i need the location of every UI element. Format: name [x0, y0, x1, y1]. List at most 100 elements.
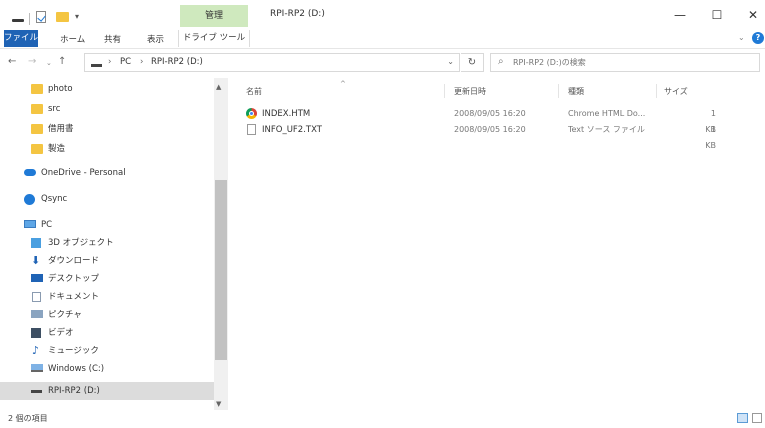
tab-home[interactable]: ホーム	[60, 33, 85, 47]
ribbon-tabs: ファイル ホーム 共有 表示 ドライブ ツール ⌄ ?	[0, 30, 765, 49]
sidebar-item-loan[interactable]: 借用書	[0, 120, 214, 138]
folder-icon	[31, 104, 43, 114]
file-size: 1 KB	[705, 125, 716, 150]
search-box[interactable]: ⌕	[490, 53, 760, 72]
address-bar[interactable]: › PC › RPI-RP2 (D:) ⌄	[84, 53, 460, 72]
sidebar-item-pc[interactable]: PC	[0, 216, 214, 234]
breadcrumb-drive[interactable]: RPI-RP2 (D:)	[151, 57, 203, 67]
scroll-up-icon[interactable]: ▲	[216, 83, 221, 91]
sidebar-item-qsync[interactable]: Qsync	[0, 190, 214, 208]
up-arrow-icon[interactable]: ↑	[58, 56, 66, 67]
drive-icon[interactable]	[12, 19, 24, 22]
file-row[interactable]: INDEX.HTM 2008/09/05 16:20 Chrome HTML D…	[238, 106, 738, 134]
music-note-icon: ♪	[32, 344, 40, 357]
onedrive-cloud-icon	[24, 169, 36, 176]
expand-ribbon-icon[interactable]: ⌄	[738, 33, 745, 42]
sidebar-item-label: Qsync	[41, 194, 68, 204]
navigation-bar: ← → ⌄ ↑ › PC › RPI-RP2 (D:) ⌄ ↻ ⌕	[0, 50, 765, 76]
details-view-icon[interactable]	[737, 413, 748, 423]
sidebar-item-rpi-rp2[interactable]: RPI-RP2 (D:)	[0, 382, 214, 400]
minimize-button[interactable]: —	[665, 4, 695, 26]
scrollbar-thumb[interactable]	[215, 180, 227, 360]
column-divider[interactable]	[444, 84, 445, 98]
file-row[interactable]: INFO_UF2.TXT 2008/09/05 16:20 Text ソース フ…	[238, 122, 738, 150]
breadcrumb-pc[interactable]: PC	[120, 57, 131, 67]
sidebar-item-label: 借用書	[48, 124, 74, 134]
item-count: 2 個の項目	[8, 414, 48, 423]
quick-access-divider	[29, 13, 30, 25]
video-icon	[31, 328, 41, 338]
3d-objects-icon	[31, 238, 41, 248]
customize-quick-access-icon[interactable]: ▾	[75, 12, 84, 24]
sidebar-item-onedrive[interactable]: OneDrive - Personal	[0, 164, 214, 182]
sidebar-item-label: ドキュメント	[48, 292, 100, 302]
maximize-button[interactable]: ☐	[702, 4, 732, 26]
qsync-icon	[24, 194, 35, 205]
sidebar-item-label: ピクチャ	[48, 310, 82, 320]
close-button[interactable]: ✕	[738, 4, 765, 26]
properties-check-icon[interactable]	[36, 11, 46, 23]
tab-drive-tools[interactable]: ドライブ ツール	[178, 30, 250, 47]
sidebar-item-windows-c[interactable]: Windows (C:)	[0, 360, 214, 378]
navigation-pane: photo src 借用書 製造 OneDrive - Personal Qsy…	[0, 78, 230, 410]
new-folder-icon[interactable]	[56, 12, 69, 22]
sidebar-item-videos[interactable]: ビデオ	[0, 324, 214, 342]
file-list: ^ 名前 更新日時 種類 サイズ INDEX.HTM 2008/09/05 16…	[232, 78, 765, 410]
sidebar-item-label: ダウンロード	[48, 256, 100, 266]
column-header-size[interactable]: サイズ	[664, 86, 688, 97]
column-header-type[interactable]: 種類	[568, 86, 584, 97]
column-divider[interactable]	[656, 84, 657, 98]
column-divider[interactable]	[558, 84, 559, 98]
address-dropdown-icon[interactable]: ⌄	[447, 57, 454, 66]
sidebar-item-photo[interactable]: photo	[0, 80, 214, 98]
folder-icon	[31, 124, 43, 134]
sidebar-item-label: 3D オブジェクト	[48, 238, 114, 248]
sidebar-item-documents[interactable]: ドキュメント	[0, 288, 214, 306]
help-icon[interactable]: ?	[752, 32, 764, 44]
sidebar-item-src[interactable]: src	[0, 100, 214, 118]
file-name: INFO_UF2.TXT	[262, 125, 322, 135]
file-date: 2008/09/05 16:20	[454, 109, 526, 118]
refresh-icon[interactable]: ↻	[461, 53, 484, 72]
sidebar-item-pictures[interactable]: ピクチャ	[0, 306, 214, 324]
folder-icon	[31, 144, 43, 154]
sidebar-item-label: src	[48, 104, 61, 114]
title-bar: ▾ 管理 RPI-RP2 (D:) — ☐ ✕	[0, 0, 765, 30]
tab-file[interactable]: ファイル	[4, 30, 38, 47]
desktop-icon	[31, 274, 43, 282]
sidebar-item-label: Windows (C:)	[48, 364, 105, 374]
sidebar-item-downloads[interactable]: ⬇ ダウンロード	[0, 252, 214, 270]
sidebar-item-3d-objects[interactable]: 3D オブジェクト	[0, 234, 214, 252]
sidebar-item-label: 製造	[48, 144, 66, 154]
large-icons-view-icon[interactable]	[752, 413, 762, 423]
back-arrow-icon[interactable]: ←	[8, 56, 16, 67]
recent-locations-icon[interactable]: ⌄	[46, 59, 52, 67]
forward-arrow-icon[interactable]: →	[28, 56, 36, 67]
breadcrumb-chevron-icon[interactable]: ›	[140, 57, 143, 67]
column-header-name[interactable]: 名前	[246, 86, 262, 97]
sidebar-item-label: ビデオ	[48, 328, 74, 338]
pc-monitor-icon	[24, 220, 36, 228]
sidebar-item-desktop[interactable]: デスクトップ	[0, 270, 214, 288]
sidebar-item-label: OneDrive - Personal	[41, 168, 126, 178]
file-type: Chrome HTML Do...	[568, 109, 646, 118]
file-date: 2008/09/05 16:20	[454, 125, 526, 134]
folder-icon	[31, 84, 43, 94]
tab-share[interactable]: 共有	[104, 33, 121, 47]
manage-context-tab[interactable]: 管理	[180, 5, 248, 27]
pictures-icon	[31, 310, 43, 318]
file-name: INDEX.HTM	[262, 109, 311, 119]
search-input[interactable]	[513, 55, 753, 70]
column-header-date[interactable]: 更新日時	[454, 86, 486, 97]
search-icon: ⌕	[498, 56, 504, 67]
tab-view[interactable]: 表示	[147, 33, 164, 47]
sidebar-item-manufacturing[interactable]: 製造	[0, 140, 214, 158]
text-file-icon	[247, 124, 256, 135]
sidebar-item-label: photo	[48, 84, 73, 94]
scroll-down-icon[interactable]: ▼	[216, 400, 221, 408]
breadcrumb-chevron-icon[interactable]: ›	[108, 57, 111, 67]
document-icon	[32, 292, 41, 302]
sidebar-item-label: PC	[41, 220, 53, 230]
window-title: RPI-RP2 (D:)	[270, 9, 325, 19]
sidebar-item-music[interactable]: ♪ ミュージック	[0, 342, 214, 360]
